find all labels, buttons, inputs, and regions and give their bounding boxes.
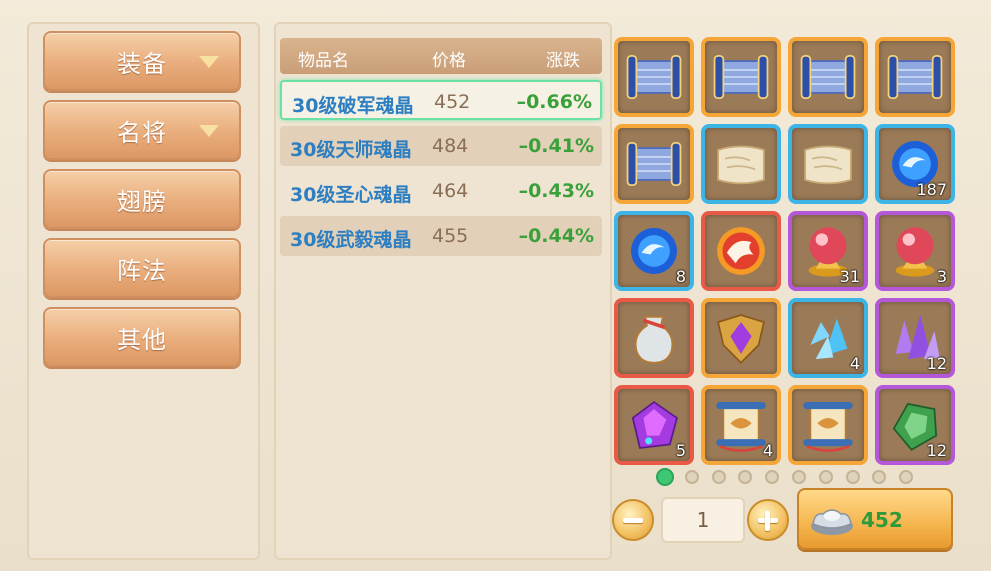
item-name: 30级天师魂晶 <box>290 139 412 161</box>
plus-icon-vertical <box>765 511 770 531</box>
inventory-slot[interactable]: 4 <box>788 298 868 378</box>
inventory-slot[interactable]: 12 <box>875 385 955 465</box>
item-count: 31 <box>839 267 860 286</box>
scroll-icon <box>626 54 682 100</box>
scroll-icon <box>887 54 943 100</box>
item-count: 4 <box>762 441 773 460</box>
parchment-icon <box>804 145 852 185</box>
scroll-icon <box>626 141 682 187</box>
buy-price: 452 <box>861 508 903 532</box>
inventory-slot[interactable] <box>614 124 694 204</box>
item-count: 4 <box>849 354 860 373</box>
inventory-slot[interactable]: 4 <box>701 385 781 465</box>
list-row[interactable]: 30级武毅魂晶 455 –0.44% <box>280 216 602 256</box>
inventory-slot[interactable] <box>701 211 781 291</box>
item-name: 30级圣心魂晶 <box>290 184 412 206</box>
category-label: 其他 <box>117 325 167 354</box>
item-count: 187 <box>916 180 947 199</box>
item-change: –0.43% <box>518 180 594 202</box>
buy-button[interactable]: 452 <box>797 488 953 550</box>
inventory-slot[interactable]: 12 <box>875 298 955 378</box>
inventory-slot[interactable] <box>875 37 955 117</box>
parchment-icon <box>717 145 765 185</box>
inventory-slot[interactable]: 8 <box>614 211 694 291</box>
increase-button[interactable] <box>747 499 789 541</box>
item-list-panel: 物品名 价格 涨跌 30级破军魂晶 452 –0.66% 30级天师魂晶 484… <box>274 22 612 560</box>
category-label: 名将 <box>117 118 167 147</box>
inventory-slot[interactable] <box>614 298 694 378</box>
item-change: –0.66% <box>516 91 592 113</box>
chevron-down-icon <box>199 56 219 68</box>
inventory-slot[interactable]: 187 <box>875 124 955 204</box>
inventory-slot[interactable] <box>701 37 781 117</box>
page-dot[interactable] <box>684 470 699 484</box>
category-formation-button[interactable]: 阵法 <box>43 238 241 298</box>
inventory-slot[interactable] <box>614 37 694 117</box>
category-equipment-button[interactable]: 装备 <box>43 31 241 91</box>
list-row-selected[interactable]: 30级破军魂晶 452 –0.66% <box>280 80 602 120</box>
purple-badge-icon <box>717 314 765 364</box>
item-price: 455 <box>432 225 469 247</box>
category-label: 翅膀 <box>117 187 167 216</box>
dragon-emblem-icon <box>717 227 765 275</box>
inventory-slot[interactable]: 3 <box>875 211 955 291</box>
inventory-slot[interactable] <box>788 124 868 204</box>
item-price: 484 <box>432 135 469 157</box>
list-header: 物品名 价格 涨跌 <box>280 38 602 74</box>
header-change: 涨跌 <box>546 51 580 71</box>
page-dot[interactable] <box>818 470 833 484</box>
item-price: 464 <box>432 180 469 202</box>
scroll-icon <box>713 54 769 100</box>
scroll-icon <box>800 54 856 100</box>
silver-ingot-icon <box>811 509 853 535</box>
category-generals-button[interactable]: 名将 <box>43 100 241 160</box>
page-dot[interactable] <box>711 470 726 484</box>
inventory-slot[interactable]: 5 <box>614 385 694 465</box>
header-price: 价格 <box>432 51 466 71</box>
minus-icon <box>623 518 643 523</box>
inventory-slot[interactable] <box>788 385 868 465</box>
list-row[interactable]: 30级天师魂晶 484 –0.41% <box>280 126 602 166</box>
inventory-slot[interactable]: 31 <box>788 211 868 291</box>
item-count: 12 <box>926 441 947 460</box>
category-label: 装备 <box>117 49 167 78</box>
item-count: 5 <box>675 441 686 460</box>
inventory-slot[interactable] <box>701 124 781 204</box>
item-count: 8 <box>675 267 686 286</box>
item-change: –0.44% <box>518 225 594 247</box>
page-dot[interactable] <box>792 470 806 484</box>
inventory-slot[interactable] <box>788 37 868 117</box>
inventory-slot[interactable] <box>701 298 781 378</box>
item-change: –0.41% <box>518 135 594 157</box>
item-name: 30级武毅魂晶 <box>290 229 412 251</box>
decrease-button[interactable] <box>612 499 654 541</box>
item-price: 452 <box>434 91 471 113</box>
category-label: 阵法 <box>117 256 167 285</box>
item-name: 30级破军魂晶 <box>292 95 414 117</box>
quantity-field[interactable]: 1 <box>661 497 745 543</box>
treasure-scroll-icon <box>803 402 853 452</box>
category-other-button[interactable]: 其他 <box>43 307 241 367</box>
item-count: 3 <box>936 267 947 286</box>
chevron-down-icon <box>199 125 219 137</box>
category-wings-button[interactable]: 翅膀 <box>43 169 241 229</box>
category-panel: 装备 名将 翅膀 阵法 其他 <box>27 22 260 560</box>
page-dot[interactable] <box>656 468 674 486</box>
header-name: 物品名 <box>298 51 349 71</box>
list-row[interactable]: 30级圣心魂晶 464 –0.43% <box>280 171 602 211</box>
item-count: 12 <box>926 354 947 373</box>
vase-icon <box>634 315 674 364</box>
page-dot[interactable] <box>845 470 860 484</box>
